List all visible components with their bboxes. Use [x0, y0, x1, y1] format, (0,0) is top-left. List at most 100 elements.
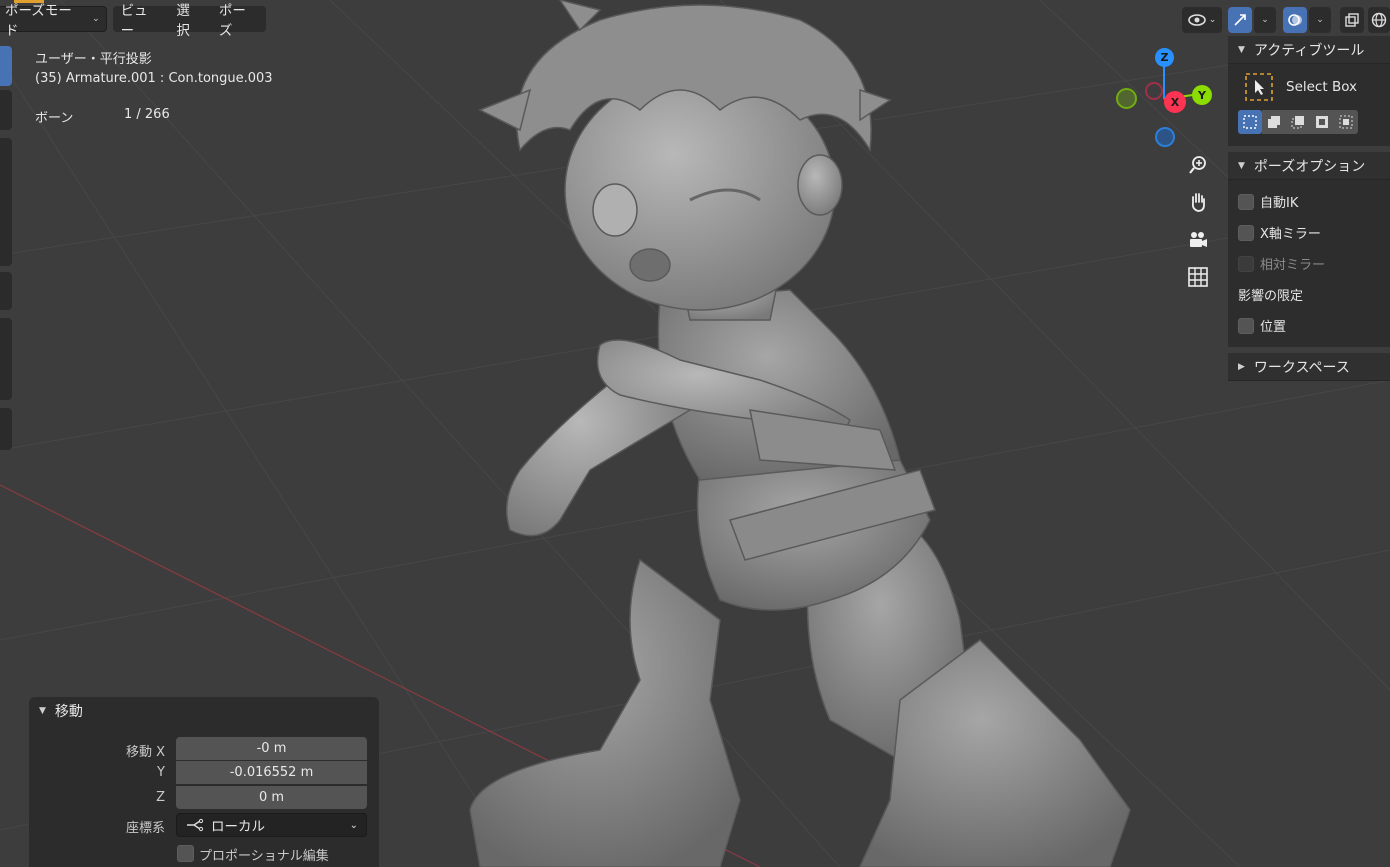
move-y-label: Y	[157, 765, 165, 780]
move-z-row: Z 0 m	[29, 786, 379, 810]
mode-intersect-button[interactable]	[1334, 110, 1358, 134]
tool-transform-group[interactable]	[0, 138, 12, 266]
select-intersect-icon	[1339, 115, 1353, 129]
pan-button[interactable]	[1183, 187, 1213, 217]
pose-options-title: ポーズオプション	[1253, 158, 1366, 175]
triangle-down-icon: ▼	[39, 706, 46, 716]
move-y-field[interactable]: -0.016552 m	[176, 761, 367, 784]
tool-select[interactable]	[0, 46, 12, 86]
bones-label: ボーン	[35, 111, 74, 126]
mode-invert-button[interactable]	[1310, 110, 1334, 134]
move-z-label: Z	[156, 790, 165, 805]
orientation-dropdown[interactable]: ローカル ⌄	[176, 813, 367, 837]
pose-options-header[interactable]: ▼ ポーズオプション	[1228, 152, 1390, 180]
move-x-row: 移動 X -0 m	[29, 737, 379, 761]
grid-icon	[1188, 267, 1208, 287]
editor-type-indicator	[14, 0, 44, 3]
mode-set-button[interactable]	[1238, 110, 1262, 134]
orientation-row: 座標系 ローカル ⌄	[29, 813, 379, 837]
affect-only-label: 影響の限定	[1238, 289, 1304, 304]
mode-subtract-button[interactable]	[1286, 110, 1310, 134]
move-z-field[interactable]: 0 m	[176, 786, 367, 809]
select-extend-icon	[1268, 116, 1280, 128]
menu-select[interactable]: 選択	[168, 3, 211, 39]
visibility-dropdown[interactable]: ⌄	[1182, 7, 1222, 33]
mode-dropdown[interactable]: ポーズモード ⌄	[0, 3, 107, 39]
relative-mirror-checkbox	[1238, 255, 1254, 272]
auto-ik-label: 自動IK	[1260, 196, 1299, 211]
chevron-down-icon: ⌄	[1208, 15, 1217, 25]
gizmo-x-axis[interactable]: X	[1164, 91, 1186, 113]
boot-left	[469, 558, 741, 867]
select-set-icon	[1243, 115, 1257, 129]
orientation-icon	[187, 818, 204, 832]
zoom-button[interactable]	[1183, 150, 1213, 180]
auto-ik-option[interactable]: 自動IK	[1228, 186, 1390, 217]
eye-icon	[1187, 14, 1206, 26]
ear	[797, 154, 843, 216]
header-bar: ポーズモード ⌄ ビュー 選択 ポーズ	[0, 3, 266, 39]
menu-view[interactable]: ビュー	[113, 3, 169, 39]
select-mode-buttons	[1228, 110, 1390, 134]
x-mirror-checkbox[interactable]	[1238, 224, 1254, 241]
orientation-value: ローカル	[211, 819, 265, 835]
globe-icon	[1371, 12, 1387, 28]
chevron-down-icon: ⌄	[1316, 15, 1324, 25]
x-mirror-option[interactable]: X軸ミラー	[1228, 217, 1390, 248]
gizmo-neg-x[interactable]	[1145, 82, 1163, 100]
active-tool-header[interactable]: ▼ アクティブツール	[1228, 36, 1390, 64]
chevron-down-icon: ⌄	[92, 14, 100, 24]
gizmo-y-axis[interactable]: Y	[1192, 85, 1212, 105]
proportional-label: プロポーショナル編集	[199, 849, 329, 864]
xray-icon	[1345, 13, 1359, 27]
hand-icon	[1191, 193, 1205, 212]
active-tool-title: アクティブツール	[1253, 42, 1365, 59]
move-y-row: Y -0.016552 m	[29, 761, 379, 785]
select-box-icon	[1245, 73, 1273, 101]
workspace-header[interactable]: ▶ ワークスペース	[1228, 353, 1390, 381]
overlay-dropdown[interactable]: ⌄	[1309, 7, 1331, 33]
ortho-toggle-button[interactable]	[1183, 262, 1213, 292]
chevron-down-icon: ⌄	[349, 819, 358, 831]
gizmo-neg-y[interactable]	[1116, 88, 1137, 109]
gizmo-neg-z[interactable]	[1155, 127, 1175, 147]
tool-pose[interactable]	[0, 408, 12, 450]
gizmo-arrows-icon	[1234, 14, 1246, 26]
location-checkbox[interactable]	[1238, 317, 1254, 334]
proportional-checkbox[interactable]	[177, 845, 194, 862]
overlay-toggle[interactable]	[1283, 7, 1307, 33]
select-subtract-icon	[1291, 116, 1304, 129]
move-x-label: 移動 X	[125, 745, 165, 760]
location-option[interactable]: 位置	[1228, 310, 1390, 341]
gizmo-z-axis[interactable]: Z	[1155, 48, 1174, 67]
active-tool-body: Select Box	[1228, 64, 1390, 146]
tool-measure[interactable]	[0, 318, 12, 400]
location-label: 位置	[1260, 320, 1287, 335]
tool-cursor[interactable]	[0, 90, 12, 130]
sidebar-panel: ▼ アクティブツール Select Box ▼ ポーズオプション 自動IK X軸…	[1228, 36, 1390, 381]
bones-count: 1 / 266	[124, 107, 170, 122]
mode-label: ポーズモード	[5, 3, 72, 39]
operator-panel: ▼ 移動 移動 X -0 m Y -0.016552 m Z 0 m 座標系 ロ…	[29, 697, 379, 867]
zoom-icon	[1189, 156, 1206, 174]
shading-wireframe[interactable]	[1368, 7, 1390, 33]
tool-annotate[interactable]	[0, 272, 12, 310]
operator-header[interactable]: ▼ 移動	[29, 697, 379, 725]
relative-mirror-option: 相対ミラー	[1228, 248, 1390, 279]
gizmo-dropdown[interactable]: ⌄	[1254, 7, 1276, 33]
tool-row[interactable]: Select Box	[1228, 68, 1390, 106]
view-name: ユーザー・平行投影	[35, 52, 152, 67]
move-x-field[interactable]: -0 m	[176, 737, 367, 760]
relative-mirror-label: 相対ミラー	[1260, 258, 1326, 273]
camera-button[interactable]	[1183, 225, 1213, 255]
mode-extend-button[interactable]	[1262, 110, 1286, 134]
overlay-icon	[1288, 14, 1302, 26]
proportional-row[interactable]: プロポーショナル編集	[29, 843, 379, 867]
chevron-down-icon: ⌄	[1261, 15, 1269, 25]
auto-ik-checkbox[interactable]	[1238, 193, 1254, 210]
xray-toggle[interactable]	[1340, 7, 1364, 33]
triangle-down-icon: ▼	[1238, 44, 1245, 55]
menu-pose[interactable]: ポーズ	[211, 3, 266, 39]
gizmo-toggle[interactable]	[1228, 7, 1252, 33]
3d-viewport[interactable]: ポーズモード ⌄ ビュー 選択 ポーズ ユーザー・平行投影 (35) Armat…	[0, 0, 1390, 867]
